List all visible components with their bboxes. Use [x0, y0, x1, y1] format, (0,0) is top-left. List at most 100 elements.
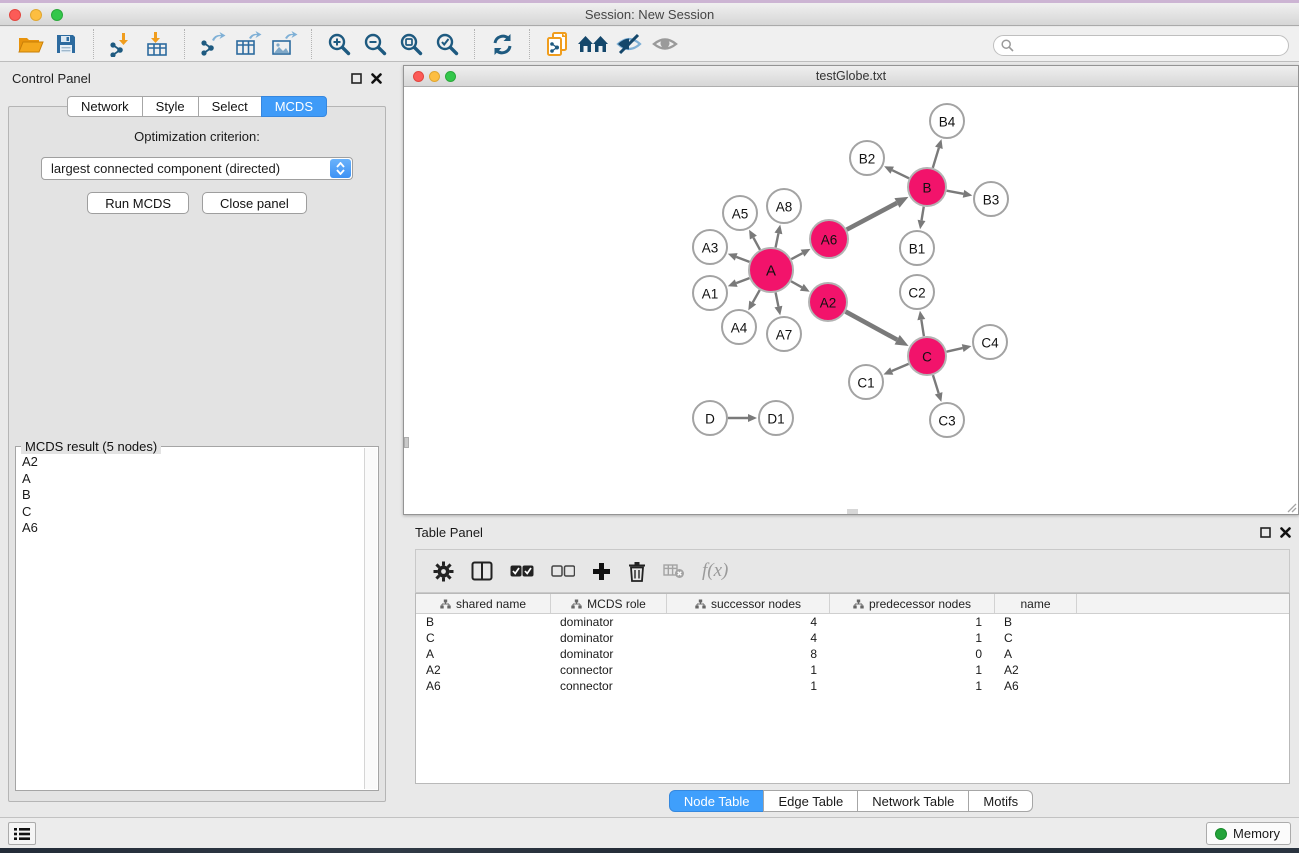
search-box[interactable]: [993, 35, 1289, 56]
zoom-in-button[interactable]: [321, 29, 357, 59]
close-window-button[interactable]: [9, 9, 21, 21]
delete-table-button[interactable]: [663, 563, 685, 579]
graph-edge[interactable]: [892, 364, 909, 371]
table-row[interactable]: Adominator80A: [416, 646, 1289, 662]
graph-edge[interactable]: [922, 207, 924, 221]
delete-column-button[interactable]: [628, 561, 646, 582]
new-network-from-selection-button[interactable]: [539, 29, 575, 59]
table-cell: A: [416, 647, 550, 661]
column-header-predecessor-nodes[interactable]: predecessor nodes: [829, 594, 994, 613]
column-header-shared-name[interactable]: shared name: [416, 594, 550, 613]
tab-mcds[interactable]: MCDS: [261, 96, 327, 117]
mcds-result-item[interactable]: B: [22, 487, 364, 504]
float-panel-icon[interactable]: [1260, 527, 1271, 538]
column-header-mcds-role[interactable]: MCDS role: [550, 594, 666, 613]
tab-network-table[interactable]: Network Table: [857, 790, 969, 812]
tab-edge-table[interactable]: Edge Table: [763, 790, 858, 812]
import-table-button[interactable]: [139, 29, 175, 59]
graph-edge[interactable]: [921, 320, 924, 337]
zoom-selected-button[interactable]: [429, 29, 465, 59]
search-input[interactable]: [1018, 38, 1288, 53]
table-cell: 4: [666, 615, 829, 629]
table-cell: 8: [666, 647, 829, 661]
graph-edge[interactable]: [776, 233, 779, 247]
table-cell: B: [994, 615, 1076, 629]
splitter-handle[interactable]: [847, 509, 858, 514]
graph-edge[interactable]: [776, 293, 779, 307]
graph-edge[interactable]: [753, 290, 760, 303]
table-settings-button[interactable]: [433, 561, 454, 582]
graph-edge[interactable]: [846, 312, 898, 340]
close-panel-icon[interactable]: [371, 73, 382, 84]
resize-grip-icon[interactable]: [1285, 501, 1297, 513]
graph-edge[interactable]: [753, 238, 760, 250]
show-column-panel-button[interactable]: [471, 561, 493, 581]
column-header-successor-nodes[interactable]: successor nodes: [666, 594, 829, 613]
mcds-result-item[interactable]: C: [22, 504, 364, 521]
edge-arrowhead-icon: [962, 344, 972, 352]
graph-edge[interactable]: [933, 148, 939, 168]
export-image-button[interactable]: [266, 29, 302, 59]
criterion-select[interactable]: largest connected component (directed): [41, 157, 353, 180]
import-network-button[interactable]: [103, 29, 139, 59]
graph-edge[interactable]: [892, 170, 909, 178]
save-session-button[interactable]: [48, 29, 84, 59]
network-canvas[interactable]: B4B2BB3A8A5A6A3B1AC2A1A2A4A7C4CC1C3DD1: [404, 87, 1298, 514]
show-all-button[interactable]: [647, 29, 683, 59]
minimize-window-button[interactable]: [30, 9, 42, 21]
mcds-result-item[interactable]: A6: [22, 520, 364, 537]
function-builder-button[interactable]: f(x): [702, 560, 728, 582]
tab-node-table[interactable]: Node Table: [669, 790, 765, 812]
memory-button[interactable]: Memory: [1206, 822, 1291, 845]
export-table-button[interactable]: [230, 29, 266, 59]
column-header-name[interactable]: name: [994, 594, 1076, 613]
table-row[interactable]: A6connector11A6: [416, 678, 1289, 694]
graph-edge[interactable]: [947, 191, 964, 194]
close-panel-icon[interactable]: [1280, 527, 1291, 538]
mcds-result-item[interactable]: A2: [22, 454, 364, 471]
float-panel-icon[interactable]: [351, 73, 362, 84]
network-maximize-button[interactable]: [445, 71, 456, 82]
tab-style[interactable]: Style: [142, 96, 199, 117]
select-all-columns-button[interactable]: [510, 565, 534, 577]
graph-edge[interactable]: [736, 278, 749, 283]
table-cell: dominator: [550, 615, 666, 629]
table-row[interactable]: A2connector11A2: [416, 662, 1289, 678]
export-network-button[interactable]: [194, 29, 230, 59]
zoom-out-button[interactable]: [357, 29, 393, 59]
main-toolbar: [0, 27, 1299, 62]
refresh-button[interactable]: [484, 29, 520, 59]
run-mcds-button[interactable]: Run MCDS: [87, 192, 189, 214]
close-panel-button[interactable]: Close panel: [202, 192, 307, 214]
result-scrollbar[interactable]: [364, 448, 377, 789]
hide-selected-button[interactable]: [611, 29, 647, 59]
table-cell: 1: [829, 679, 994, 693]
table-row[interactable]: Bdominator41B: [416, 614, 1289, 630]
node-table[interactable]: shared name MCDS role successor nodes: [415, 593, 1290, 784]
first-neighbors-button[interactable]: [575, 29, 611, 59]
network-minimize-button[interactable]: [429, 71, 440, 82]
tab-select[interactable]: Select: [198, 96, 262, 117]
tab-motifs[interactable]: Motifs: [968, 790, 1033, 812]
graph-edge[interactable]: [847, 203, 897, 230]
table-row[interactable]: Cdominator41C: [416, 630, 1289, 646]
graph-edge[interactable]: [947, 348, 963, 352]
graph-edge[interactable]: [791, 281, 802, 287]
tab-network[interactable]: Network: [67, 96, 143, 117]
graph-edge[interactable]: [933, 375, 939, 393]
open-session-button[interactable]: [12, 29, 48, 59]
zoom-fit-button[interactable]: [393, 29, 429, 59]
create-column-button[interactable]: [592, 562, 611, 581]
splitter-handle[interactable]: [404, 437, 409, 448]
edge-arrowhead-icon: [917, 311, 925, 321]
unselect-all-columns-button[interactable]: [551, 565, 575, 577]
control-panel-title: Control Panel: [4, 71, 91, 86]
graph-edge[interactable]: [736, 257, 749, 262]
save-icon: [54, 32, 78, 56]
task-history-button[interactable]: [8, 822, 36, 845]
mcds-result-item[interactable]: A: [22, 471, 364, 488]
network-graph: B4B2BB3A8A5A6A3B1AC2A1A2A4A7C4CC1C3DD1: [404, 87, 1298, 514]
network-close-button[interactable]: [413, 71, 424, 82]
maximize-window-button[interactable]: [51, 9, 63, 21]
graph-edge[interactable]: [791, 253, 802, 259]
